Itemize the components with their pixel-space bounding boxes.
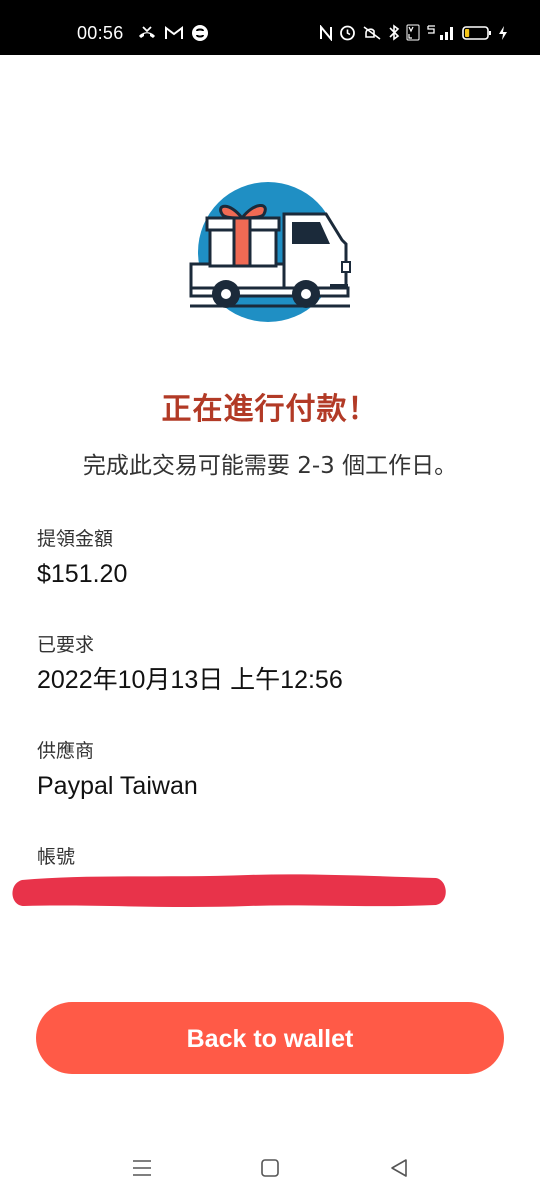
provider-value: Paypal Taiwan — [37, 772, 198, 800]
withdraw-amount-label: 提領金額 — [37, 528, 114, 550]
withdraw-amount-value: $151.20 — [37, 560, 128, 588]
nfc-icon — [320, 24, 332, 41]
account-label: 帳號 — [37, 846, 76, 868]
status-notification-icons — [137, 24, 209, 42]
page-title: 正在進行付款！ — [161, 392, 379, 427]
account-redaction-mark — [12, 874, 446, 907]
bluetooth-icon — [389, 24, 400, 41]
page-subtitle: 完成此交易可能需要 2-3 個工作日。 — [82, 453, 458, 479]
requested-date-label: 已要求 — [37, 634, 95, 656]
gmail-icon — [165, 26, 183, 39]
menu-icon[interactable] — [130, 1156, 154, 1180]
provider-label: 供應商 — [37, 740, 95, 762]
missed-call-icon — [139, 26, 155, 38]
alarm-icon — [340, 25, 355, 41]
battery-icon — [462, 25, 491, 40]
home-icon[interactable] — [258, 1156, 282, 1180]
status-bar: 00:56 — [0, 0, 540, 55]
system-nav-bar — [0, 1140, 540, 1200]
status-time: 00:56 — [77, 23, 124, 43]
mute-icon — [363, 25, 381, 40]
requested-date-value: 2022年10月13日 上午12:56 — [37, 666, 343, 694]
shazam-icon — [192, 25, 208, 41]
status-system-icons — [319, 24, 508, 41]
charging-icon — [499, 25, 507, 40]
volte-icon — [406, 24, 420, 41]
5g-signal-icon — [427, 25, 453, 40]
delivery-truck-illustration — [189, 182, 351, 322]
back-icon[interactable] — [387, 1156, 411, 1180]
back-to-wallet-button[interactable]: Back to wallet — [36, 1002, 504, 1074]
